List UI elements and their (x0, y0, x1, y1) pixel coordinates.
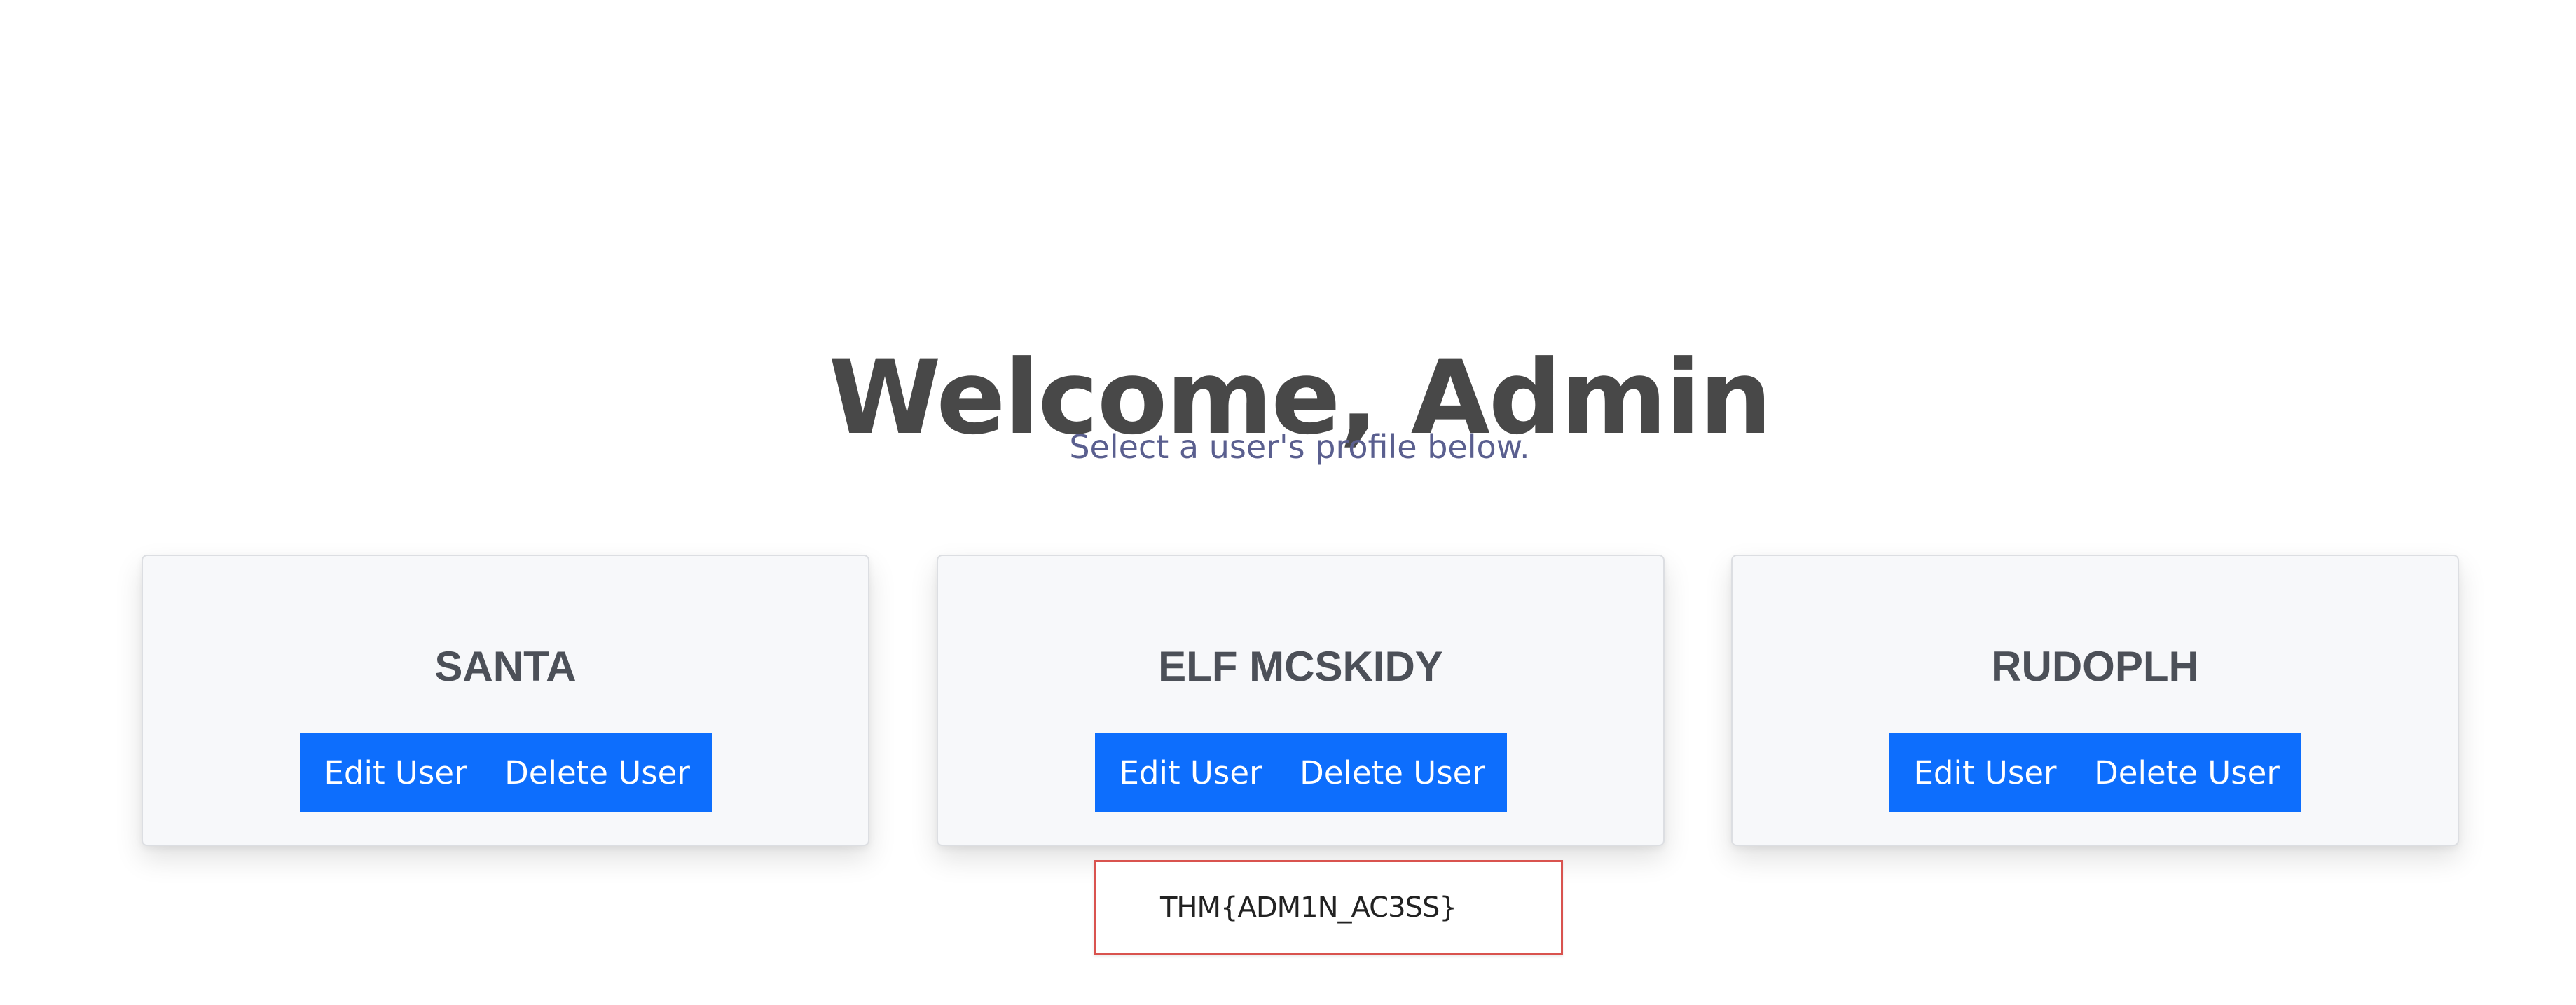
user-actions: Edit User Delete User (1889, 733, 2301, 812)
user-card-rudoplh: RUDOPLH Edit User Delete User (1731, 555, 2459, 846)
user-name: ELF MCSKIDY (1158, 643, 1443, 690)
edit-user-button[interactable]: Edit User (299, 733, 488, 812)
user-actions: Edit User Delete User (299, 733, 712, 812)
user-name: RUDOPLH (1991, 643, 2199, 690)
user-actions: Edit User Delete User (1094, 733, 1507, 812)
user-cards: SANTA Edit User Delete User ELF MCSKIDY … (142, 555, 2460, 847)
delete-user-button[interactable]: Delete User (2076, 733, 2301, 812)
flag-text: THM{ADM1N_AC3SS} (1160, 892, 1457, 924)
edit-user-button[interactable]: Edit User (1094, 733, 1283, 812)
delete-user-button[interactable]: Delete User (1282, 733, 1507, 812)
user-card-elf-mcskidy: ELF MCSKIDY Edit User Delete User (937, 555, 1665, 846)
edit-user-button[interactable]: Edit User (1889, 733, 2077, 812)
user-card-santa: SANTA Edit User Delete User (142, 555, 869, 846)
delete-user-button[interactable]: Delete User (487, 733, 712, 812)
user-name: SANTA (434, 643, 577, 690)
page-subtitle: Select a user's profile below. (1069, 428, 1530, 466)
flag-box: THM{ADM1N_AC3SS} (1094, 860, 1563, 955)
